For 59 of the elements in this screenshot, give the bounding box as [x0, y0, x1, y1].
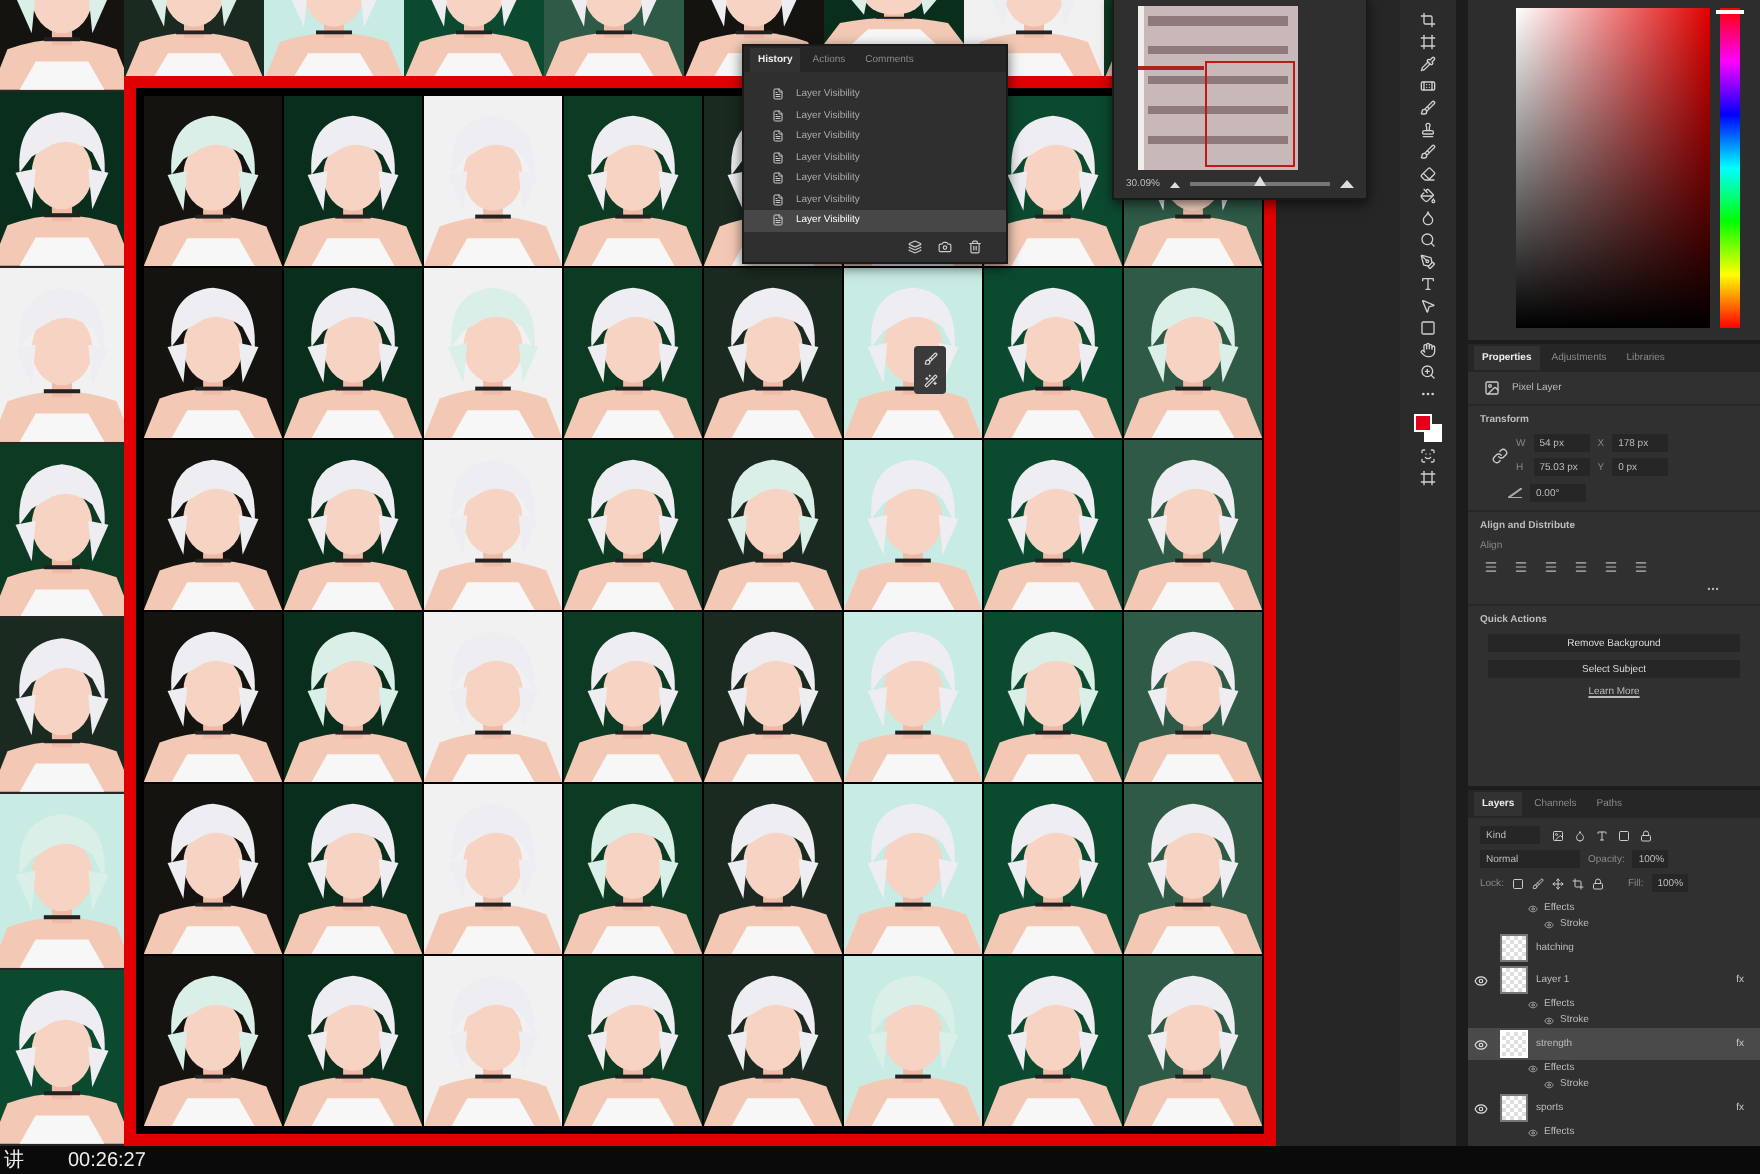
eye-icon[interactable]: [1528, 1063, 1538, 1073]
timestamp: 00:26:27: [68, 1149, 146, 1171]
hue-slider[interactable]: [1720, 8, 1740, 328]
search-icon[interactable]: [1420, 232, 1436, 248]
eraser-icon[interactable]: [1420, 166, 1436, 182]
layer-thumbnail: [1500, 966, 1528, 994]
lock-position-icon[interactable]: [1551, 877, 1564, 889]
brush-icon[interactable]: [1420, 100, 1436, 116]
crop-icon[interactable]: [1420, 12, 1436, 28]
image-filter-icon[interactable]: [1552, 829, 1564, 841]
zoom-icon[interactable]: [1420, 364, 1436, 380]
document-icon: [772, 88, 784, 101]
lock-pixels-icon[interactable]: [1511, 877, 1524, 889]
stamp-icon[interactable]: [1420, 122, 1436, 138]
hand-icon[interactable]: [1420, 342, 1436, 358]
brush-icon[interactable]: [1420, 144, 1436, 160]
adjustment-filter-icon[interactable]: [1574, 829, 1586, 841]
eye-icon[interactable]: [1544, 1015, 1554, 1025]
lock-filter-icon[interactable]: [1640, 829, 1652, 841]
trash-icon[interactable]: [968, 239, 982, 253]
eye-icon[interactable]: [1528, 903, 1538, 913]
eye-icon[interactable]: [1544, 919, 1554, 929]
foreground-background-colors[interactable]: [1414, 414, 1442, 442]
camera-icon[interactable]: [938, 239, 952, 253]
eye-icon[interactable]: [1528, 1127, 1538, 1137]
document-icon: [772, 172, 784, 185]
wand-icon[interactable]: [923, 374, 937, 388]
brush-icon[interactable]: [923, 352, 937, 366]
large-mountain-icon[interactable]: [1340, 180, 1354, 188]
eye-icon[interactable]: [1528, 999, 1538, 1009]
rectangle-icon[interactable]: [1420, 320, 1436, 336]
layer-thumbnail: [1500, 934, 1528, 962]
link-icon[interactable]: [1492, 447, 1508, 463]
frame-icon[interactable]: [1420, 34, 1436, 50]
paint-bucket-icon[interactable]: [1420, 188, 1436, 204]
image-icon: [1484, 380, 1500, 396]
document-icon: [772, 130, 784, 143]
layer-thumbnail: [1500, 1094, 1528, 1122]
lock-all-icon[interactable]: [1591, 877, 1604, 889]
pen-icon[interactable]: [1420, 254, 1436, 270]
color-field[interactable]: [1516, 8, 1710, 328]
layer-thumbnail: [1500, 1030, 1528, 1058]
document-icon: [772, 193, 784, 206]
type-icon[interactable]: [1420, 276, 1436, 292]
eyedropper-icon[interactable]: [1420, 56, 1436, 72]
angle-icon: [1508, 488, 1522, 498]
eye-icon[interactable]: [1544, 1079, 1554, 1089]
lock-paint-icon[interactable]: [1531, 877, 1544, 889]
document-icon: [772, 109, 784, 122]
small-mountain-icon[interactable]: [1169, 181, 1180, 187]
pointer-icon[interactable]: [1420, 298, 1436, 314]
caption-text: 讲: [4, 1147, 24, 1174]
bandage-icon[interactable]: [1420, 78, 1436, 94]
shape-filter-icon[interactable]: [1618, 829, 1630, 841]
document-icon: [772, 214, 784, 227]
type-filter-icon[interactable]: [1596, 829, 1608, 841]
document-icon: [772, 151, 784, 164]
more-icon[interactable]: [1706, 582, 1720, 596]
droplet-icon[interactable]: [1420, 210, 1436, 226]
